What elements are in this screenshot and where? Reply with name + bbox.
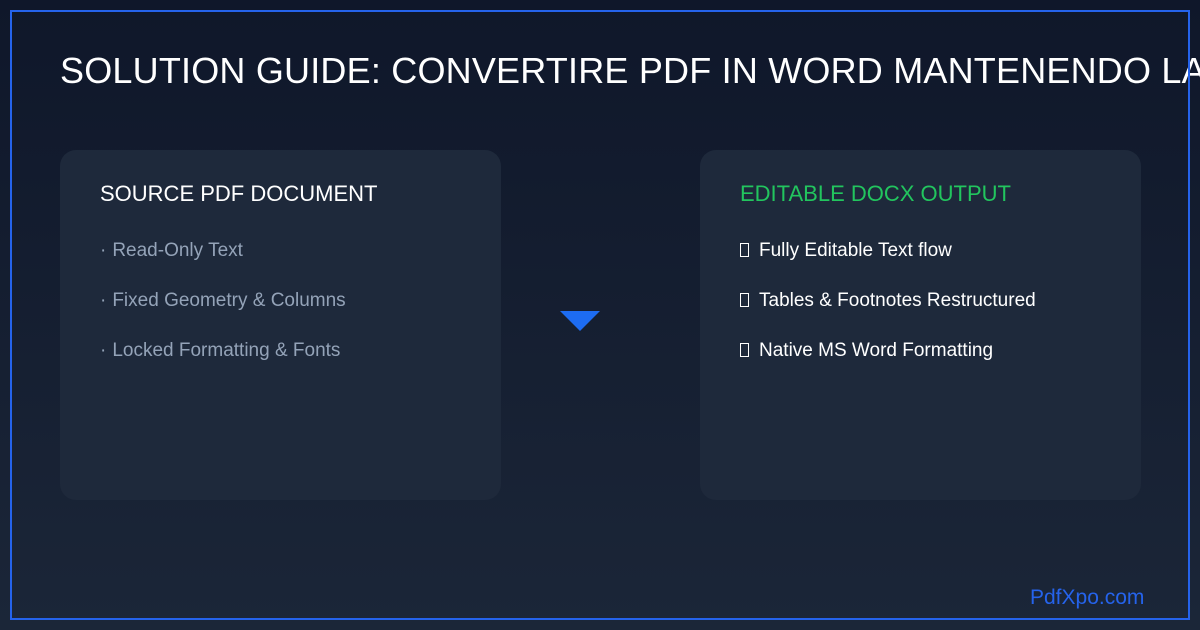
- arrow-down-icon: [560, 311, 600, 331]
- list-item: Native MS Word Formatting: [740, 340, 1036, 390]
- checkbox-icon: [740, 243, 749, 257]
- bullet-dot: ·: [100, 240, 107, 261]
- list-item-label: Tables & Footnotes Restructured: [759, 290, 1036, 311]
- list-item-label: Fully Editable Text flow: [759, 240, 952, 261]
- bullet-dot: ·: [100, 340, 107, 361]
- list-item: · Fixed Geometry & Columns: [100, 290, 346, 340]
- brand-watermark: PdfXpo.com: [1030, 586, 1145, 609]
- docx-output-card: EDITABLE DOCX OUTPUT Fully Editable Text…: [700, 150, 1141, 500]
- list-item: Fully Editable Text flow: [740, 240, 1036, 290]
- output-feature-list: Fully Editable Text flow Tables & Footno…: [740, 240, 1036, 390]
- checkbox-icon: [740, 293, 749, 307]
- page-title: SOLUTION GUIDE: CONVERTIRE PDF IN WORD M…: [60, 50, 1200, 91]
- source-pdf-card: SOURCE PDF DOCUMENT · Read-Only Text · Fix…: [60, 150, 501, 500]
- bullet-dot: ·: [100, 290, 107, 311]
- source-card-heading: SOURCE PDF DOCUMENT: [100, 181, 378, 206]
- list-item: · Locked Formatting & Fonts: [100, 340, 346, 390]
- output-card-heading: EDITABLE DOCX OUTPUT: [740, 181, 1011, 206]
- banner: SOLUTION GUIDE: CONVERTIRE PDF IN WORD M…: [0, 0, 1200, 630]
- list-item-label: Locked Formatting & Fonts: [112, 340, 341, 361]
- list-item: · Read-Only Text: [100, 240, 346, 290]
- source-feature-list: · Read-Only Text · Fixed Geometry & Column…: [100, 240, 346, 390]
- list-item-label: Native MS Word Formatting: [759, 340, 994, 361]
- list-item-label: Fixed Geometry & Columns: [112, 290, 346, 311]
- checkbox-icon: [740, 343, 749, 357]
- list-item: Tables & Footnotes Restructured: [740, 290, 1036, 340]
- list-item-label: Read-Only Text: [112, 240, 243, 261]
